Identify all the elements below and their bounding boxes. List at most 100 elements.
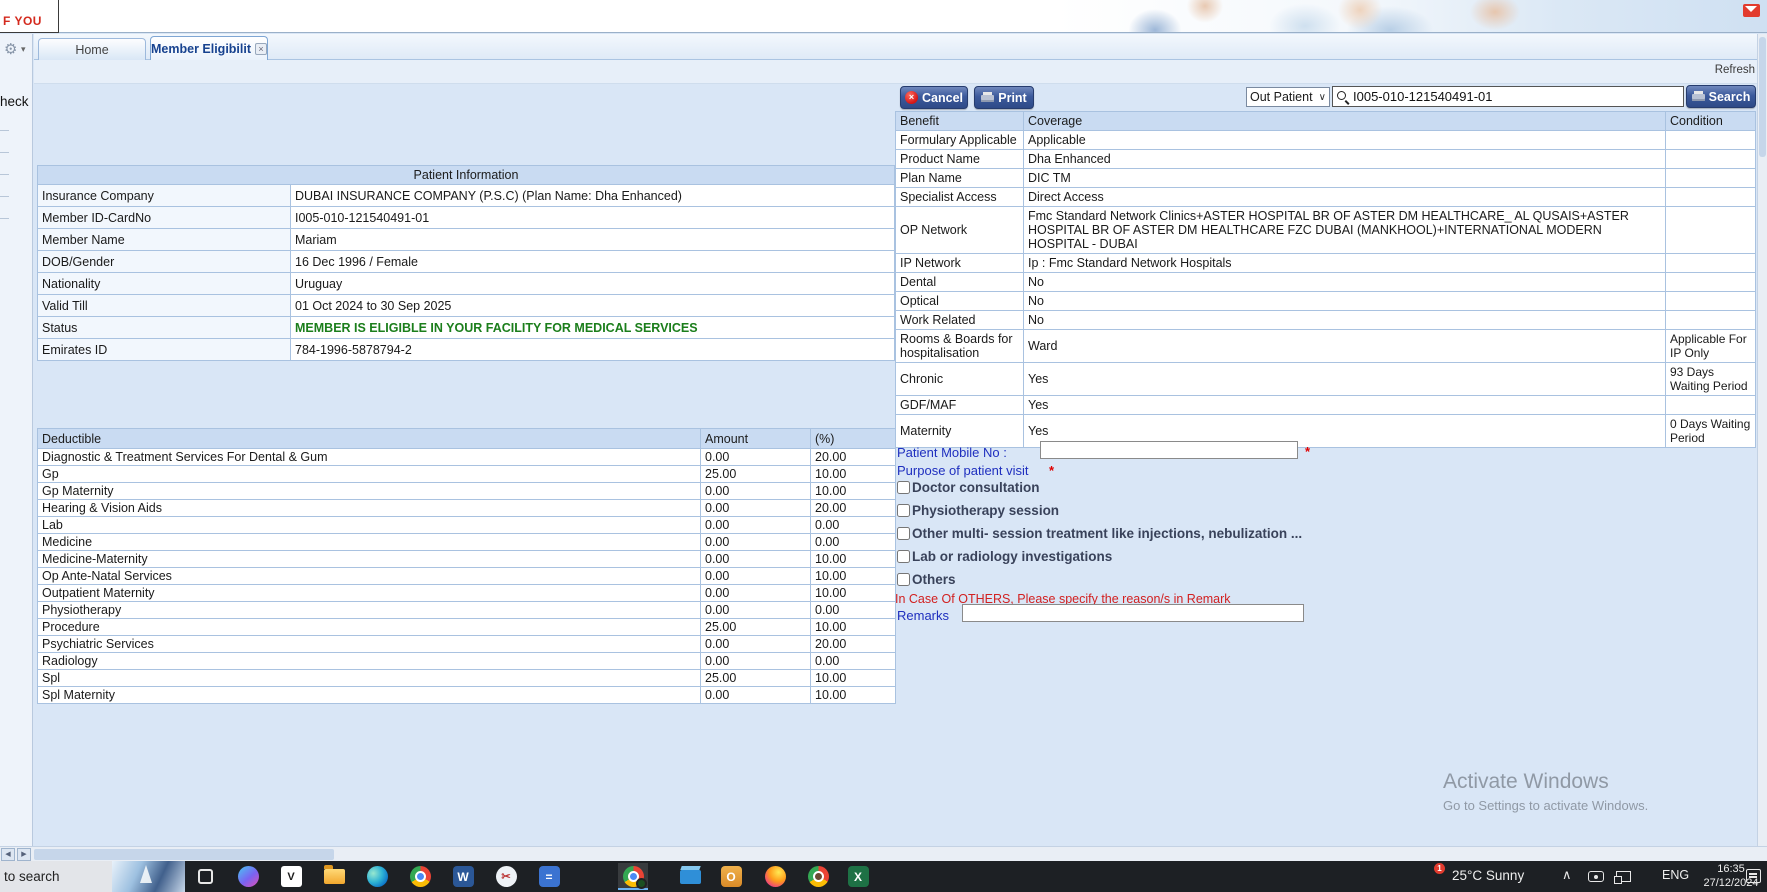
gear-icon[interactable] [4,40,17,58]
deductible-row: Procedure 25.00 10.00 [37,618,896,636]
chevron-down-icon[interactable] [21,44,26,55]
print-button[interactable]: Print [974,86,1034,109]
scroll-left-button[interactable] [1,848,15,861]
close-icon[interactable] [255,42,267,55]
deductible-percent: 10.00 [810,584,896,602]
banner-photo [1055,0,1560,32]
weather-widget-thumbnail[interactable] [112,861,185,892]
patient-info-row: Nationality Uruguay [37,272,895,295]
field-value: MEMBER IS ELIGIBLE IN YOUR FACILITY FOR … [290,316,895,339]
deductible-percent: 10.00 [810,567,896,585]
vertical-scrollbar-thumb[interactable] [1759,37,1766,157]
horizontal-scrollbar[interactable] [0,846,1767,861]
benefit-coverage: Direct Access [1023,187,1666,207]
vision-software-icon[interactable]: V [276,863,306,890]
deductible-name: Gp [37,465,701,483]
tray-chevron-up-icon[interactable]: ∧ [1562,867,1572,883]
purpose-options: Doctor consultation Physiotherapy session… [897,476,1457,591]
field-value: 784-1996-5878794-2 [290,338,895,361]
patient-info-row: Member ID-CardNo I005-010-121540491-01 [37,206,895,229]
edge-icon[interactable] [362,863,392,890]
file-explorer-icon[interactable] [319,863,349,890]
copilot-icon[interactable] [233,863,263,890]
benefit-name: Work Related [895,310,1024,330]
chrome-glyph [409,866,431,887]
member-search-wrap [1332,86,1684,107]
task-view-icon[interactable] [190,863,220,890]
firefox-icon[interactable] [760,863,790,890]
visit-option-checkbox[interactable] [897,504,910,517]
vertical-scrollbar[interactable] [1757,34,1767,846]
field-label: Member Name [37,228,291,251]
language-indicator[interactable]: ENG [1662,868,1689,882]
chrome-active-icon[interactable] [618,863,648,890]
field-label: Insurance Company [37,184,291,207]
word-icon[interactable]: W [448,863,478,890]
movie-app-icon[interactable] [675,863,705,890]
visit-option-checkbox[interactable] [897,573,910,586]
chrome-icon[interactable] [405,863,435,890]
member-eligibility-screen: F YOU heck Home Member Eligibilit Refres… [0,0,1767,892]
patient-type-select[interactable]: Out Patient [1246,87,1330,107]
excel-glyph: X [847,866,869,887]
network-tray-icon[interactable] [1614,871,1631,884]
tab-label: Member Eligibilit [151,41,252,56]
deductible-amount: 0.00 [700,601,811,619]
deductible-row: Lab 0.00 0.00 [37,516,896,534]
sidebar-divider [0,174,9,175]
patient-info-row: Member Name Mariam [37,228,895,251]
active-app-badge [636,878,647,889]
benefit-table-body: Formulary Applicable Applicable Product Na… [895,130,1756,448]
benefit-name: Optical [895,291,1024,311]
required-asterisk: * [1305,444,1311,459]
notification-center-icon[interactable] [1746,869,1761,883]
benefit-condition: 93 Days Waiting Period [1665,362,1756,396]
visit-option-checkbox[interactable] [897,481,910,494]
benefit-row: Specialist Access Direct Access [895,187,1756,207]
weather-tray-icon[interactable]: 1 [1420,863,1445,888]
deductible-row: Medicine 0.00 0.00 [37,533,896,551]
mail-icon[interactable] [1743,4,1760,17]
deductible-row: Hearing & Vision Aids 0.00 20.00 [37,499,896,517]
calculator-glyph: = [538,866,560,887]
scroll-right-button[interactable] [17,848,31,861]
tab-member-eligibility[interactable]: Member Eligibilit [150,36,268,60]
deductible-column-header: Deductible [37,428,701,449]
deductible-row: Radiology 0.00 0.00 [37,652,896,670]
deductible-percent: 20.00 [810,635,896,653]
horizontal-scrollbar-thumb[interactable] [34,849,334,860]
visit-option[interactable]: Others [897,568,1457,591]
weather-text[interactable]: 25°C Sunny [1452,868,1524,883]
benefit-condition [1665,253,1756,273]
visit-option[interactable]: Physiotherapy session [897,499,1457,522]
visit-option[interactable]: Doctor consultation [897,476,1457,499]
remarks-input[interactable] [962,604,1304,622]
benefit-name: GDF/MAF [895,395,1024,415]
member-search-input[interactable] [1332,86,1684,107]
visit-option-label: Doctor consultation [912,480,1040,495]
tab-home[interactable]: Home [38,38,146,60]
excel-icon[interactable]: X [843,863,873,890]
benefit-coverage: Yes [1023,395,1666,415]
snipping-tool-icon[interactable]: ✂ [491,863,521,890]
visit-option[interactable]: Lab or radiology investigations [897,545,1457,568]
patient-mobile-input[interactable] [1040,441,1298,459]
deductible-amount: 0.00 [700,686,811,704]
calculator-icon[interactable]: = [534,863,564,890]
search-button[interactable]: Search [1686,85,1756,108]
outlook-icon[interactable]: O [716,863,746,890]
logo-text: F YOU [3,14,42,28]
camera-tray-icon[interactable] [1588,871,1604,882]
visit-option[interactable]: Other multi- session treatment like inje… [897,522,1457,545]
benefit-condition [1665,168,1756,188]
visit-option-checkbox[interactable] [897,527,910,540]
refresh-link[interactable]: Refresh [1715,64,1755,76]
cancel-button[interactable]: Cancel [900,86,968,109]
visit-option-checkbox[interactable] [897,550,910,563]
deductible-row: Physiotherapy 0.00 0.00 [37,601,896,619]
field-value: I005-010-121540491-01 [290,206,895,229]
benefit-name: Dental [895,272,1024,292]
benefit-name: Plan Name [895,168,1024,188]
word-glyph: W [452,866,474,887]
chrome-beta-icon[interactable] [803,863,833,890]
